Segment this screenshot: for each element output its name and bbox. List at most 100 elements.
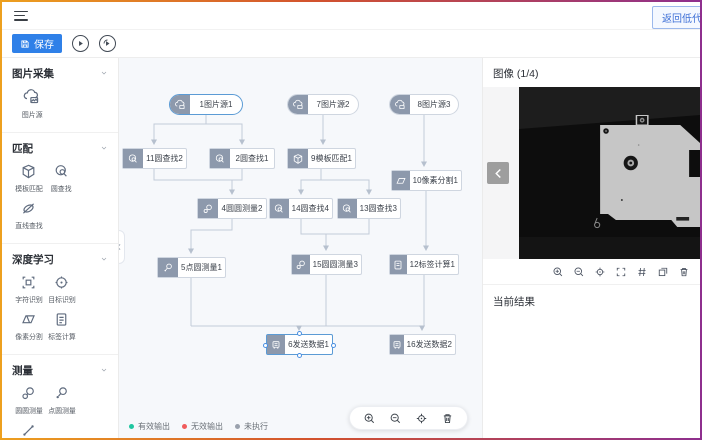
- back-to-lowcode-button[interactable]: 返回低代: [652, 6, 700, 29]
- flow-node-send-data-2[interactable]: 16发送数据2: [389, 334, 456, 355]
- section-header[interactable]: 匹配: [12, 139, 108, 157]
- trash-icon[interactable]: [441, 412, 454, 425]
- flow-node-circle-find-4[interactable]: 14圆查找4: [269, 198, 333, 219]
- flow-canvas[interactable]: 1图片源1 7图片源2 8图片源3 11圆查找2 2圆查找1 9模板匹配1: [119, 58, 482, 438]
- flow-node-pixel-segment-1[interactable]: 10像素分割1: [391, 170, 462, 191]
- chevron-down-icon: [100, 366, 108, 374]
- tool-target-recognition[interactable]: 目标识别: [45, 274, 78, 305]
- node-label: 6发送数据1: [285, 335, 332, 354]
- locate-icon[interactable]: [594, 266, 606, 278]
- section-title: 匹配: [12, 141, 33, 156]
- image-toolbar: [483, 259, 700, 285]
- label-calc-icon: [390, 255, 407, 274]
- flow-node-image-source-1[interactable]: 1图片源1: [169, 94, 243, 115]
- circle-find-icon: [123, 149, 143, 168]
- node-label: 11圆查找2: [143, 149, 186, 168]
- point-circle-measure-icon: [158, 258, 178, 277]
- tool-char-recognition[interactable]: 字符识别: [12, 274, 45, 305]
- current-result-title: 当前结果: [483, 285, 700, 318]
- flow-node-circle-circle-measure-3[interactable]: 15圆圆测量3: [291, 254, 362, 275]
- node-label: 1图片源1: [190, 95, 242, 114]
- menu-icon[interactable]: [14, 11, 28, 21]
- node-handle-top[interactable]: [297, 331, 302, 336]
- flow-node-point-circle-measure-1[interactable]: 5点圆测量1: [157, 257, 226, 278]
- tool-label: 圆查找: [51, 183, 72, 193]
- tool-label: 点圆测量: [48, 405, 76, 415]
- legend-valid-output: 有效输出: [129, 421, 170, 432]
- action-toolbar: 保存: [2, 30, 700, 58]
- tool-label: 标签计算: [48, 331, 76, 341]
- tool-image-source[interactable]: 图片源: [12, 88, 52, 120]
- tool-circle-find[interactable]: 圆查找: [45, 163, 78, 194]
- tool-label: 像素分割: [15, 331, 43, 341]
- line-find-icon: [20, 200, 37, 217]
- flow-node-send-data-1[interactable]: 6发送数据1: [266, 334, 333, 355]
- flow-node-circle-circle-measure-2[interactable]: 4圆圆测量2: [197, 198, 267, 219]
- zoom-out-icon[interactable]: [573, 266, 585, 278]
- run-continuous-button[interactable]: [99, 35, 116, 52]
- section-header[interactable]: 深度学习: [12, 250, 108, 268]
- tool-label-calc[interactable]: 标签计算: [45, 311, 78, 342]
- run-once-button[interactable]: [72, 35, 89, 52]
- image-source-icon: [288, 95, 308, 114]
- status-legend: 有效输出 无效输出 未执行: [129, 421, 268, 432]
- inspection-image[interactable]: [519, 87, 700, 259]
- zoom-out-icon[interactable]: [389, 412, 402, 425]
- flow-node-image-source-2[interactable]: 7图片源2: [287, 94, 359, 115]
- save-label: 保存: [34, 36, 54, 51]
- section-header[interactable]: 测量: [12, 361, 108, 379]
- sidebar-section-deep-learning: 深度学习 字符识别 目标识别: [2, 244, 118, 355]
- image-source-icon: [170, 95, 190, 114]
- flow-node-circle-find-1[interactable]: 2圆查找1: [209, 148, 275, 169]
- save-button[interactable]: 保存: [12, 34, 62, 53]
- tool-template-match[interactable]: 模板匹配: [12, 163, 45, 194]
- circle-find-icon: [270, 199, 289, 218]
- chevron-left-icon: [119, 243, 122, 251]
- section-title: 图片采集: [12, 66, 54, 81]
- node-handle-right[interactable]: [331, 343, 336, 348]
- point-point-measure-icon: [20, 422, 37, 438]
- flow-node-label-calc-1[interactable]: 12标签计算1: [389, 254, 459, 275]
- zoom-in-icon[interactable]: [363, 412, 376, 425]
- tool-point-circle-measure[interactable]: 点圆测量: [45, 385, 78, 416]
- node-handle-bottom[interactable]: [297, 353, 302, 358]
- flow-node-template-match-1[interactable]: 9模板匹配1: [287, 148, 356, 169]
- sidebar-section-image-capture: 图片采集 图片源: [2, 58, 118, 133]
- locate-icon[interactable]: [415, 412, 428, 425]
- tool-circle-circle-measure[interactable]: 圆圆测量: [12, 385, 45, 416]
- legend-not-executed: 未执行: [235, 421, 268, 432]
- legend-invalid-output: 无效输出: [182, 421, 223, 432]
- fullscreen-icon[interactable]: [615, 266, 627, 278]
- node-label: 10像素分割1: [410, 171, 461, 190]
- sidebar-collapse-handle[interactable]: [119, 230, 125, 264]
- trash-icon[interactable]: [678, 266, 690, 278]
- target-detect-icon: [53, 274, 70, 291]
- chevron-down-icon: [100, 255, 108, 263]
- grid-icon[interactable]: [636, 266, 648, 278]
- pixel-segment-icon: [20, 311, 37, 328]
- node-handle-left[interactable]: [263, 343, 268, 348]
- tool-sidebar: 图片采集 图片源 匹配: [2, 58, 119, 438]
- save-icon: [20, 39, 30, 49]
- tool-pixel-segment[interactable]: 像素分割: [12, 311, 45, 342]
- tool-label: 模板匹配: [15, 183, 43, 193]
- node-label: 14圆查找4: [289, 199, 332, 218]
- node-label: 13圆查找3: [357, 199, 400, 218]
- chevron-down-icon: [100, 69, 108, 77]
- flow-node-circle-find-2[interactable]: 11圆查找2: [122, 148, 187, 169]
- circle-circle-measure-icon: [292, 255, 310, 274]
- flow-node-image-source-3[interactable]: 8图片源3: [389, 94, 459, 115]
- tool-point-point-measure[interactable]: 点点测量: [12, 422, 45, 438]
- node-label: 8图片源3: [410, 95, 458, 114]
- tool-line-find[interactable]: 直线查找: [12, 200, 45, 231]
- flow-node-circle-find-3[interactable]: 13圆查找3: [337, 198, 401, 219]
- sidebar-section-measure: 测量 圆圆测量 点圆测量: [2, 355, 118, 438]
- tool-label: 直线查找: [15, 220, 43, 230]
- node-label: 12标签计算1: [407, 255, 458, 274]
- tool-label: 圆圆测量: [15, 405, 43, 415]
- compare-image-icon[interactable]: [657, 266, 669, 278]
- section-header[interactable]: 图片采集: [12, 64, 108, 82]
- zoom-in-icon[interactable]: [552, 266, 564, 278]
- circle-find-icon: [338, 199, 357, 218]
- prev-image-button[interactable]: [487, 162, 509, 184]
